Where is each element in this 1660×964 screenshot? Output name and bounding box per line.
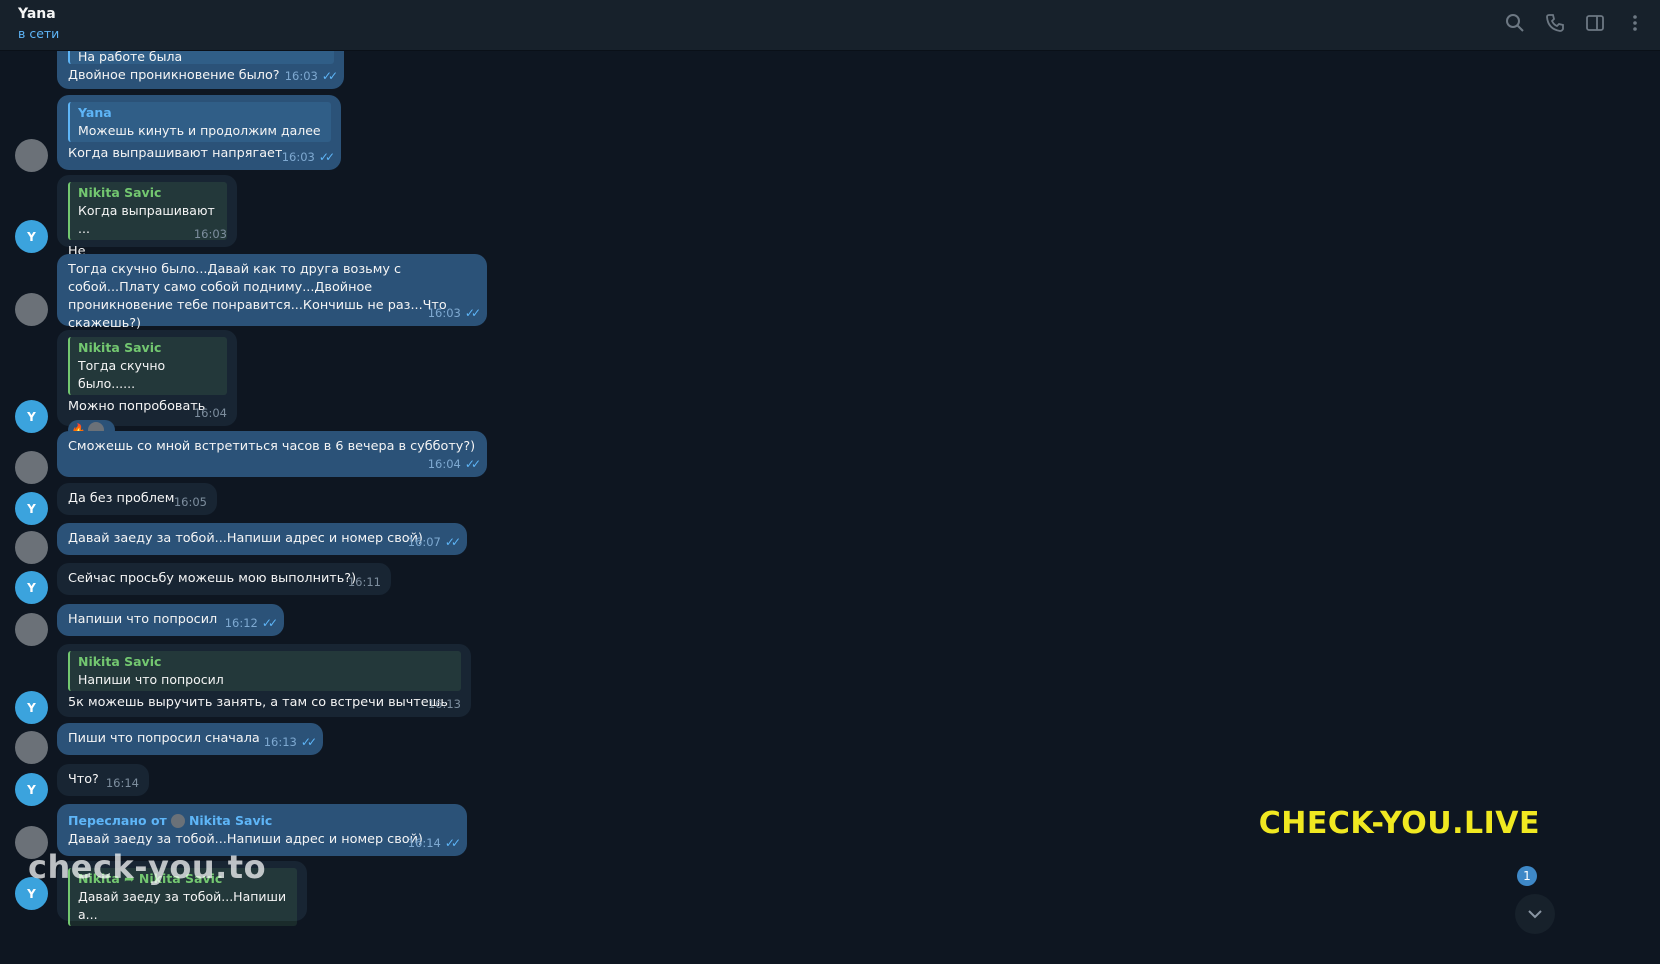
message-meta: 16:14 <box>105 776 139 790</box>
message-incoming[interactable]: Nikita Savic Тогда скучно было...... Мож… <box>57 330 237 440</box>
message-meta: 16:03 ✓✓ <box>284 69 338 83</box>
message-meta: 16:03 <box>193 227 227 241</box>
forward-avatar <box>170 814 185 828</box>
avatar[interactable]: Y <box>15 691 48 724</box>
message-meta: 16:14 ✓✓ <box>407 836 461 850</box>
message-incoming[interactable]: Да без проблем 16:05 <box>57 483 217 515</box>
read-ticks-icon: ✓✓ <box>464 306 481 320</box>
reply-quote[interactable]: На работе была <box>68 51 334 64</box>
read-ticks-icon: ✓✓ <box>321 69 338 83</box>
message-meta: 16:04 <box>193 406 227 420</box>
read-ticks-icon: ✓✓ <box>318 150 335 164</box>
message-outgoing[interactable]: На работе была Двойное проникновение был… <box>57 51 344 89</box>
message-outgoing[interactable]: Напиши что попросил 16:12 ✓✓ <box>57 604 284 636</box>
read-ticks-icon: ✓✓ <box>444 836 461 850</box>
avatar[interactable]: Y <box>15 220 48 253</box>
phone-icon[interactable] <box>1544 12 1566 34</box>
message-meta: 16:05 <box>173 495 207 509</box>
avatar[interactable] <box>15 293 48 326</box>
message-meta: 16:03 ✓✓ <box>281 150 335 164</box>
contact-name[interactable]: Yana <box>18 6 56 22</box>
avatar[interactable]: Y <box>15 773 48 806</box>
contact-status: в сети <box>18 26 60 41</box>
avatar[interactable] <box>15 531 48 564</box>
message-meta: 16:13 ✓✓ <box>263 735 317 749</box>
message-meta: 16:13 <box>427 697 461 711</box>
reply-quote[interactable]: Yana Можешь кинуть и продолжим далее <box>68 102 331 142</box>
read-ticks-icon: ✓✓ <box>464 457 481 471</box>
more-options-icon[interactable] <box>1624 12 1646 34</box>
message-outgoing[interactable]: Сможешь со мной встретиться часов в 6 ве… <box>57 431 487 477</box>
header-actions <box>1504 12 1646 34</box>
message-outgoing[interactable]: Тогда скучно было...Давай как то друга в… <box>57 254 487 331</box>
read-ticks-icon: ✓✓ <box>261 616 278 630</box>
chat-header: Yana в сети <box>0 0 1660 51</box>
unread-count-badge: 1 <box>1517 866 1537 886</box>
message-meta: 16:12 ✓✓ <box>224 616 278 630</box>
avatar[interactable] <box>15 451 48 484</box>
read-ticks-icon: ✓✓ <box>300 735 317 749</box>
forward-header[interactable]: Переслано от Nikita Savic <box>68 811 457 831</box>
message-incoming[interactable]: Nikita Savic Напиши что попросил 5к може… <box>57 644 471 717</box>
avatar[interactable]: Y <box>15 400 48 433</box>
avatar[interactable] <box>15 613 48 646</box>
reply-quote[interactable]: Nikita Savic Тогда скучно было...... <box>68 337 227 395</box>
message-meta: 16:07 ✓✓ <box>407 535 461 549</box>
chevron-down-icon <box>1528 910 1542 919</box>
avatar[interactable] <box>15 731 48 764</box>
message-incoming[interactable]: Что? 16:14 <box>57 764 149 796</box>
message-meta: 16:04 ✓✓ <box>427 457 481 471</box>
watermark-right: CHECK-YOU.LIVE <box>1258 806 1540 841</box>
avatar[interactable]: Y <box>15 492 48 525</box>
message-meta: 16:03 ✓✓ <box>427 306 481 320</box>
message-incoming[interactable]: Nikita Savic Когда выпрашивают ... Не 16… <box>57 175 237 259</box>
message-outgoing[interactable]: Пиши что попросил сначала 16:13 ✓✓ <box>57 723 323 755</box>
message-outgoing[interactable]: Yana Можешь кинуть и продолжим далее Ког… <box>57 95 341 170</box>
read-ticks-icon: ✓✓ <box>444 535 461 549</box>
message-outgoing[interactable]: Давай заеду за тобой...Напиши адрес и но… <box>57 523 467 555</box>
watermark-left: check-you.to <box>28 848 267 886</box>
scroll-to-bottom-button[interactable] <box>1515 894 1555 934</box>
avatar[interactable]: Y <box>15 571 48 604</box>
message-incoming[interactable]: Сейчас просьбу можешь мою выполнить?) 16… <box>57 563 391 595</box>
sidebar-toggle-icon[interactable] <box>1584 12 1606 34</box>
search-icon[interactable] <box>1504 12 1526 34</box>
avatar[interactable] <box>15 139 48 172</box>
message-meta: 16:11 <box>347 575 381 589</box>
reply-quote[interactable]: Nikita Savic Напиши что попросил <box>68 651 461 691</box>
